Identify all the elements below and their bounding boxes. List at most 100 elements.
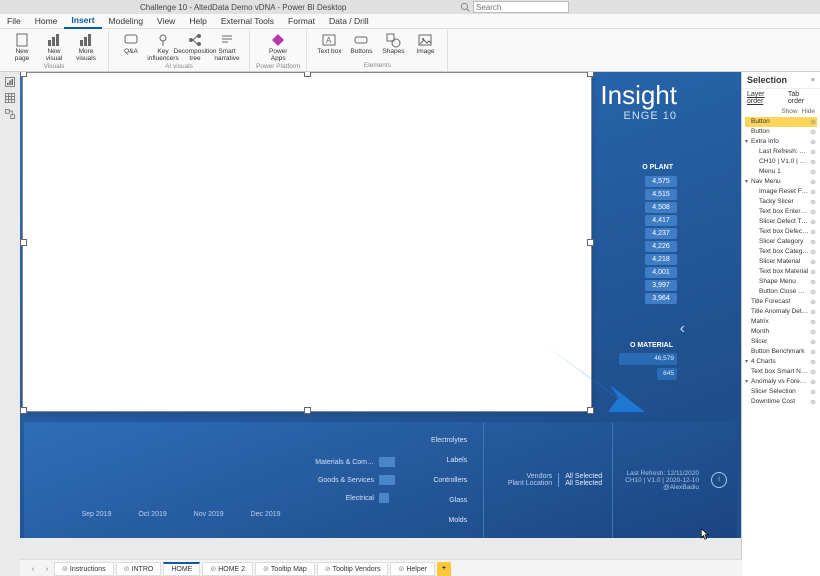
search-input[interactable] xyxy=(473,1,569,13)
decomposition-tree-button[interactable]: Decomposition tree xyxy=(179,31,211,63)
page-tab[interactable]: ⊘Helper xyxy=(390,562,435,576)
plant-row[interactable]: 4,237 xyxy=(613,227,677,239)
material-row[interactable]: 46,579 xyxy=(613,353,677,367)
new-visual-button[interactable]: New visual xyxy=(38,31,70,63)
visibility-icon[interactable] xyxy=(809,128,817,136)
visibility-icon[interactable] xyxy=(809,298,817,306)
model-view-icon[interactable] xyxy=(4,108,16,120)
report-view-icon[interactable] xyxy=(4,76,16,88)
layer-item[interactable]: Text box Material xyxy=(745,267,817,277)
resize-handle[interactable] xyxy=(587,407,594,414)
more-visuals-button[interactable]: More visuals xyxy=(70,31,102,63)
visibility-icon[interactable] xyxy=(809,118,817,126)
plant-row[interactable]: 3,964 xyxy=(613,292,677,304)
category-label[interactable]: Labels xyxy=(431,457,467,464)
page-tab[interactable]: ⊘INTRO xyxy=(116,562,162,576)
hide-all-button[interactable]: Hide xyxy=(802,108,815,115)
layer-item[interactable]: Month xyxy=(745,327,817,337)
page-tab[interactable]: ⊘Tooltip Vendors xyxy=(317,562,389,576)
timeline-axis[interactable]: Sep 2019Oct 2019Nov 2019Dec 2019 xyxy=(68,422,294,538)
plant-row[interactable]: 4,515 xyxy=(613,188,677,200)
bar-chart[interactable]: Materials & Com…Goods & ServicesElectric… xyxy=(294,422,415,538)
next-page-icon[interactable]: › xyxy=(40,566,54,573)
layer-item[interactable]: Last Refresh: 12/11… xyxy=(745,147,817,157)
text-box-button[interactable]: AText box xyxy=(313,31,345,56)
category-label[interactable]: Molds xyxy=(431,517,467,524)
layer-item[interactable]: Text box Smart Narra… xyxy=(745,367,817,377)
visibility-icon[interactable] xyxy=(809,308,817,316)
category-label[interactable]: Glass xyxy=(431,497,467,504)
visibility-icon[interactable] xyxy=(809,368,817,376)
visibility-icon[interactable] xyxy=(809,238,817,246)
resize-handle[interactable] xyxy=(20,239,27,246)
buttons-button[interactable]: Buttons xyxy=(345,31,377,56)
layer-item[interactable]: ▾Anomaly vs Forecast xyxy=(745,377,817,387)
visibility-icon[interactable] xyxy=(809,358,817,366)
category-label[interactable]: Electrolytes xyxy=(431,437,467,444)
ribbon-tab[interactable]: Help xyxy=(182,14,213,28)
ribbon-tab[interactable]: Format xyxy=(281,14,322,28)
layer-item[interactable]: Menu 1 xyxy=(745,167,817,177)
layer-item[interactable]: Slicer Category xyxy=(745,237,817,247)
plant-row[interactable]: 4,226 xyxy=(613,240,677,252)
visibility-icon[interactable] xyxy=(809,168,817,176)
new-page-button[interactable]: New page xyxy=(6,31,38,63)
plant-row[interactable]: 3,997 xyxy=(613,279,677,291)
layer-item[interactable]: Title Anomaly Detecti… xyxy=(745,307,817,317)
visibility-icon[interactable] xyxy=(809,198,817,206)
material-card[interactable]: O MATERIAL 46,579645 xyxy=(613,342,677,383)
visibility-icon[interactable] xyxy=(809,278,817,286)
category-label[interactable]: Controllers xyxy=(431,477,467,484)
add-page-button[interactable]: + xyxy=(437,562,451,576)
bar-row[interactable]: Goods & Services xyxy=(294,471,395,489)
layer-item[interactable]: Downtime Cost xyxy=(745,397,817,407)
report-canvas[interactable]: Insight ENGE 10 O PLANT 4,5754,5154,5084… xyxy=(20,72,741,576)
tab-order-tab[interactable]: Tab order xyxy=(788,91,815,105)
material-row[interactable]: 645 xyxy=(613,368,677,382)
layer-item[interactable]: ▾Extra Info xyxy=(745,137,817,147)
visibility-icon[interactable] xyxy=(809,268,817,276)
qa-button[interactable]: Q&A xyxy=(115,31,147,63)
layer-item[interactable]: Button Close Nav… xyxy=(745,287,817,297)
visibility-icon[interactable] xyxy=(809,228,817,236)
ribbon-tab[interactable]: View xyxy=(150,14,182,28)
layer-item[interactable]: Slicer Material xyxy=(745,257,817,267)
layer-item[interactable]: Text box Category xyxy=(745,247,817,257)
page-tab[interactable]: ⊘Tooltip Map xyxy=(255,562,315,576)
resize-handle[interactable] xyxy=(304,72,311,77)
ribbon-tab[interactable]: Modeling xyxy=(102,14,151,28)
shapes-button[interactable]: Shapes xyxy=(377,31,409,56)
visibility-icon[interactable] xyxy=(809,138,817,146)
ribbon-tab[interactable]: Insert xyxy=(64,13,101,29)
layer-item[interactable]: CH10 | V1.0 | 2020-1… xyxy=(745,157,817,167)
layer-item[interactable]: Shape Menu xyxy=(745,277,817,287)
layer-item[interactable]: Matrix xyxy=(745,317,817,327)
page-tab[interactable]: ⊘Instructions xyxy=(54,562,114,576)
plant-row[interactable]: 4,508 xyxy=(613,201,677,213)
plant-row[interactable]: 4,001 xyxy=(613,266,677,278)
chevron-left-icon[interactable]: ‹ xyxy=(680,320,685,338)
page-tab[interactable]: HOME xyxy=(163,562,200,576)
visibility-icon[interactable] xyxy=(809,398,817,406)
layer-item[interactable]: Button xyxy=(745,127,817,137)
page-tab[interactable]: ⊘HOME 2 xyxy=(202,562,253,576)
layer-item[interactable]: Text box Defect T… xyxy=(745,227,817,237)
ribbon-tab[interactable]: File xyxy=(0,14,28,28)
visibility-icon[interactable] xyxy=(809,318,817,326)
bar-row[interactable]: Electrical xyxy=(294,489,395,507)
visibility-icon[interactable] xyxy=(809,338,817,346)
category-list[interactable]: Electrolytes Labels Controllers Glass Molds xyxy=(415,422,483,538)
resize-handle[interactable] xyxy=(20,72,27,77)
visibility-icon[interactable] xyxy=(809,208,817,216)
plant-row[interactable]: 4,575 xyxy=(613,175,677,187)
layer-item[interactable]: Button Benchmark xyxy=(745,347,817,357)
ribbon-tab[interactable]: Data / Drill xyxy=(322,14,376,28)
bar-row[interactable]: Materials & Com… xyxy=(294,453,395,471)
show-all-button[interactable]: Show xyxy=(781,108,797,115)
visibility-icon[interactable] xyxy=(809,388,817,396)
plant-row[interactable]: 4,218 xyxy=(613,253,677,265)
visibility-icon[interactable] xyxy=(809,378,817,386)
plant-row[interactable]: 4,417 xyxy=(613,214,677,226)
visibility-icon[interactable] xyxy=(809,258,817,266)
visibility-icon[interactable] xyxy=(809,178,817,186)
